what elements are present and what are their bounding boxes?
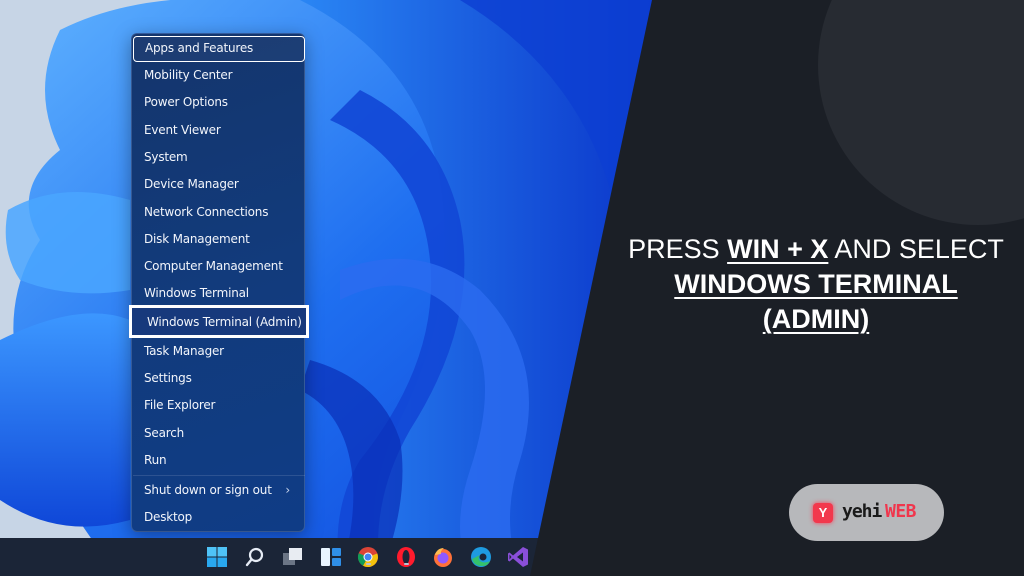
chrome-icon[interactable] <box>357 546 379 568</box>
menu-item-label: System <box>144 150 188 164</box>
menu-item-run[interactable]: Run <box>136 447 302 473</box>
menu-item-label: Desktop <box>144 510 193 524</box>
brand-name: yehi <box>842 501 882 522</box>
menu-item-label: Task Manager <box>144 344 224 358</box>
menu-item-label: Windows Terminal (Admin) <box>147 315 302 329</box>
menu-item-disk-management[interactable]: Disk Management <box>136 226 302 252</box>
menu-item-label: Search <box>144 426 185 440</box>
winx-context-menu: Apps and Features Mobility Center Power … <box>129 33 309 532</box>
menu-item-label: Device Manager <box>144 177 239 191</box>
taskbar <box>0 538 560 576</box>
brand-logo-glyph: Y <box>818 505 828 520</box>
headline-text: AND SELECT <box>828 234 1004 264</box>
menu-item-network-connections[interactable]: Network Connections <box>136 199 302 225</box>
menu-item-computer-management[interactable]: Computer Management <box>136 253 302 279</box>
menu-item-windows-terminal-admin[interactable]: Windows Terminal (Admin) <box>129 305 309 338</box>
headline-line-3: (ADMIN) <box>610 302 1022 337</box>
decorative-circle <box>818 0 1024 225</box>
edge-icon[interactable] <box>470 546 492 568</box>
menu-item-windows-terminal[interactable]: Windows Terminal <box>136 280 302 306</box>
search-icon[interactable] <box>244 546 266 568</box>
task-view-icon[interactable] <box>282 546 304 568</box>
menu-item-label: Computer Management <box>144 259 283 273</box>
instruction-headline: PRESS WIN + X AND SELECT WINDOWS TERMINA… <box>610 232 1022 337</box>
menu-item-desktop[interactable]: Desktop <box>136 504 302 530</box>
visual-studio-icon[interactable] <box>507 546 529 568</box>
chevron-right-icon: › <box>285 483 290 497</box>
headline-target: WINDOWS TERMINAL <box>674 269 958 299</box>
menu-item-system[interactable]: System <box>136 144 302 170</box>
headline-target: (ADMIN) <box>762 304 870 334</box>
menu-item-label: Power Options <box>144 95 228 109</box>
menu-item-label: Mobility Center <box>144 68 233 82</box>
menu-item-mobility-center[interactable]: Mobility Center <box>136 62 302 88</box>
running-indicator <box>404 563 409 565</box>
start-icon[interactable] <box>206 546 228 568</box>
widgets-icon[interactable] <box>320 546 342 568</box>
brand-badge: Y yehi WEB <box>789 484 944 541</box>
menu-item-search[interactable]: Search <box>136 420 302 446</box>
menu-item-label: File Explorer <box>144 398 216 412</box>
menu-item-device-manager[interactable]: Device Manager <box>136 171 302 197</box>
menu-item-event-viewer[interactable]: Event Viewer <box>136 117 302 143</box>
menu-item-label: Settings <box>144 371 192 385</box>
menu-item-label: Run <box>144 453 167 467</box>
headline-text: PRESS <box>628 234 728 264</box>
menu-divider <box>133 475 305 476</box>
headline-line-2: WINDOWS TERMINAL <box>610 267 1022 302</box>
menu-item-label: Shut down or sign out <box>144 483 272 497</box>
brand-logo-icon: Y <box>813 503 833 523</box>
menu-item-shut-down-or-sign-out[interactable]: Shut down or sign out › <box>136 477 302 503</box>
firefox-icon[interactable] <box>432 546 454 568</box>
running-indicator <box>366 563 371 565</box>
menu-item-apps-and-features[interactable]: Apps and Features <box>133 36 305 62</box>
menu-item-power-options[interactable]: Power Options <box>136 89 302 115</box>
headline-line-1: PRESS WIN + X AND SELECT <box>610 232 1022 267</box>
menu-item-label: Apps and Features <box>145 41 254 55</box>
menu-item-file-explorer[interactable]: File Explorer <box>136 392 302 418</box>
menu-item-label: Windows Terminal <box>144 286 249 300</box>
opera-icon[interactable] <box>395 546 417 568</box>
menu-item-label: Event Viewer <box>144 123 221 137</box>
menu-item-label: Network Connections <box>144 205 269 219</box>
menu-item-settings[interactable]: Settings <box>136 365 302 391</box>
headline-key-combo: WIN + X <box>727 234 829 264</box>
menu-item-task-manager[interactable]: Task Manager <box>136 338 302 364</box>
menu-item-label: Disk Management <box>144 232 250 246</box>
brand-name-accent: WEB <box>885 501 917 522</box>
